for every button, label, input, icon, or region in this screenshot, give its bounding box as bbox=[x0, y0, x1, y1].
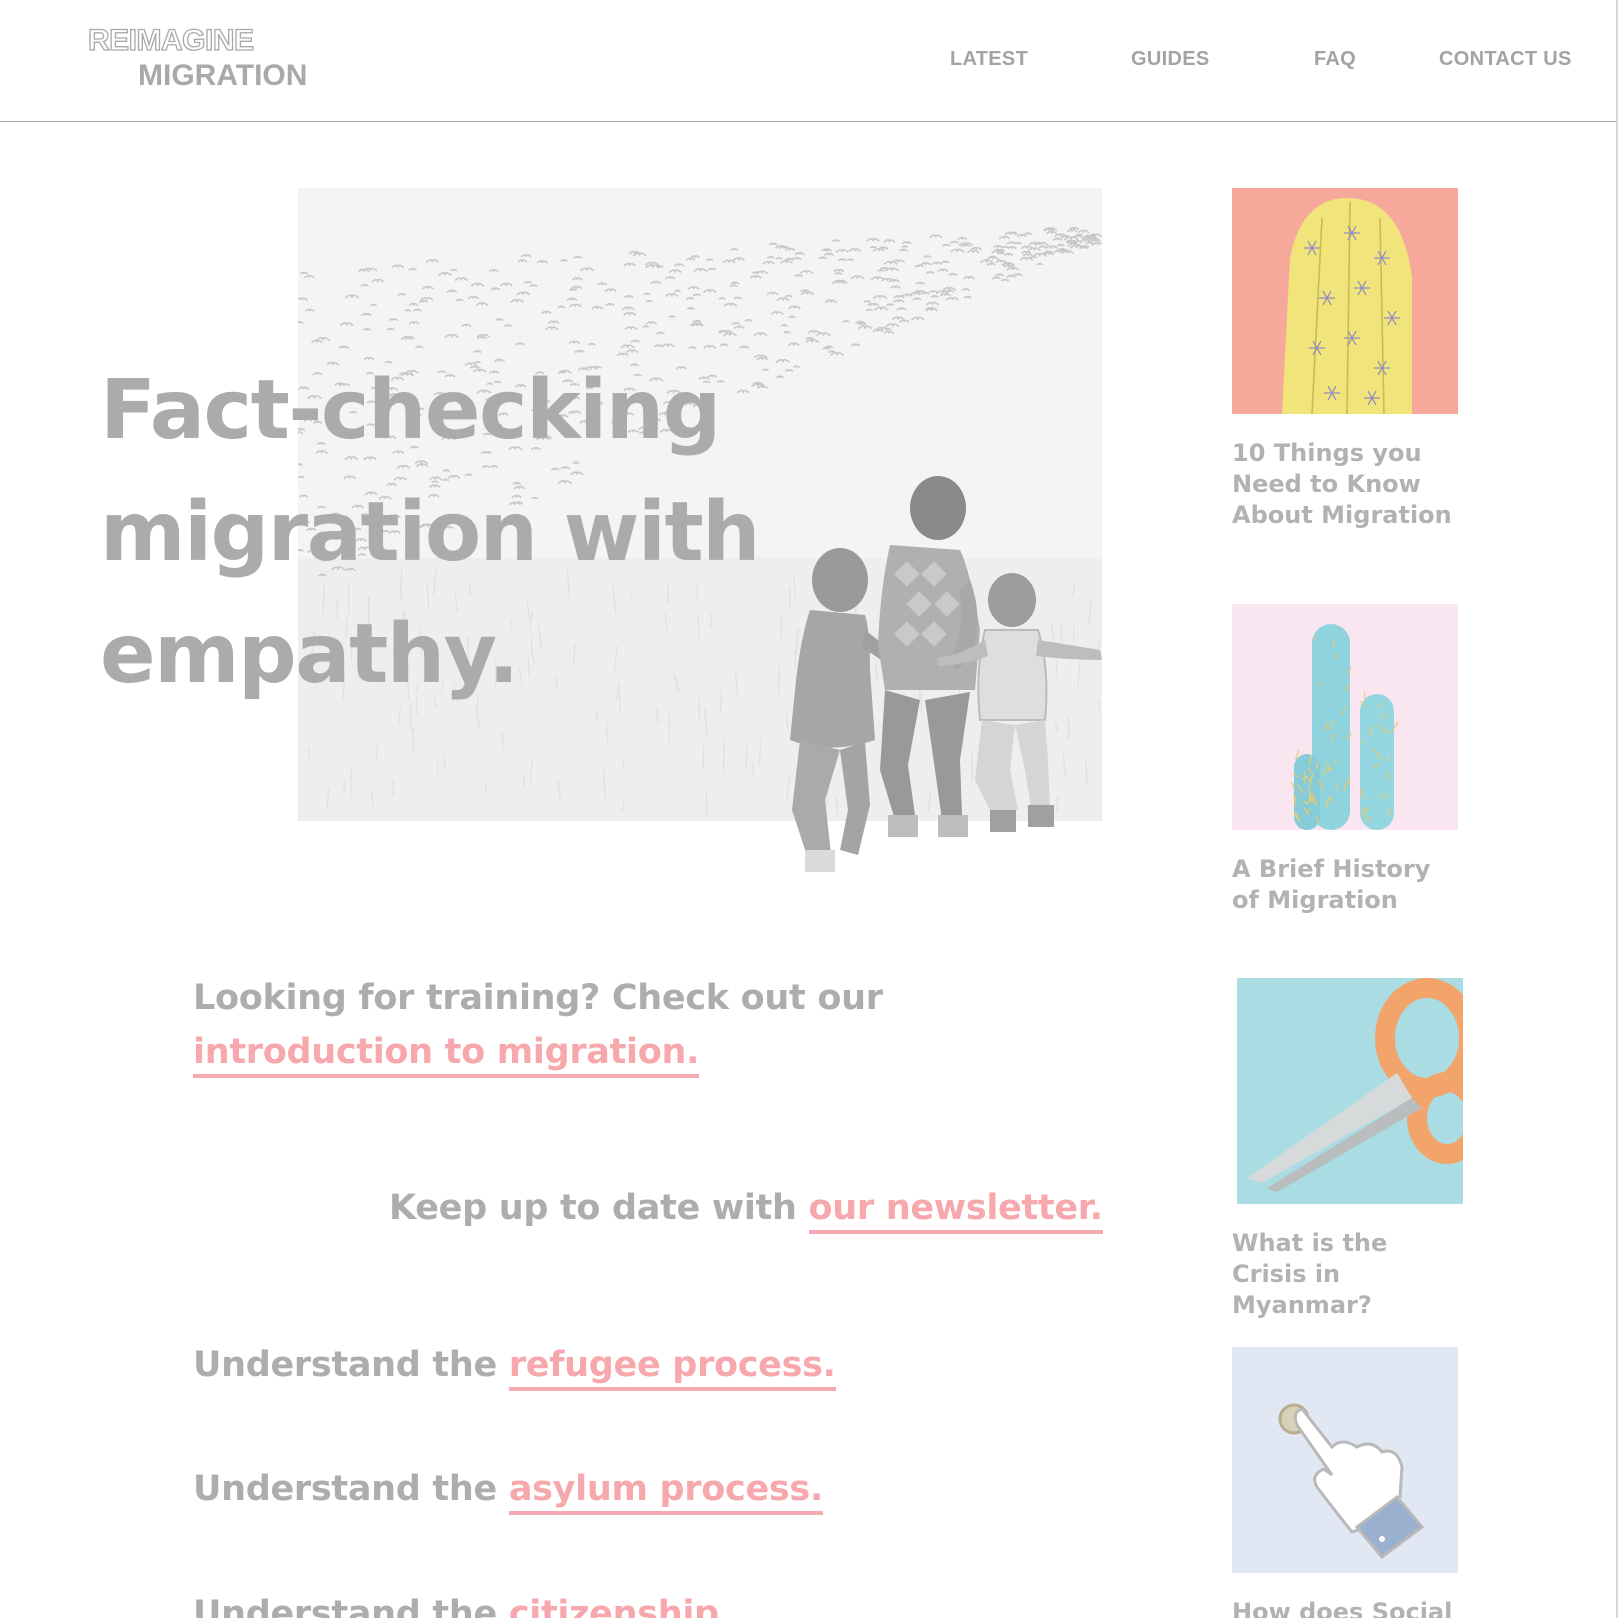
site-header: REIMAGINE MIGRATION LATEST GUIDES FAQ CO… bbox=[0, 0, 1618, 122]
cta-refugee-text: Understand the bbox=[193, 1345, 509, 1385]
nav-faq[interactable]: FAQ bbox=[1314, 48, 1356, 71]
cta-training: Looking for training? Check out our intr… bbox=[193, 978, 883, 1078]
nav-latest[interactable]: LATEST bbox=[950, 48, 1028, 71]
link-citizenship[interactable]: citizenship bbox=[508, 1594, 719, 1618]
cta-asylum-text: Understand the bbox=[193, 1469, 509, 1509]
nav-guides[interactable]: GUIDES bbox=[1131, 48, 1209, 71]
card-title: A Brief History of Migration bbox=[1232, 855, 1431, 914]
link-refugee-process[interactable]: refugee process. bbox=[508, 1345, 836, 1391]
sidebar-card-10-things[interactable]: 10 Things you Need to Know About Migrati… bbox=[1232, 188, 1464, 531]
hero-title: Fact-checking migration with empathy. bbox=[100, 363, 761, 702]
card-title: How does Social bbox=[1232, 1598, 1453, 1618]
cta-newsletter-text: Keep up to date with bbox=[389, 1188, 809, 1228]
card-image-scissors bbox=[1237, 978, 1463, 1204]
cta-citizenship: Understand the citizenship bbox=[193, 1594, 719, 1618]
cta-refugee: Understand the refugee process. bbox=[193, 1345, 836, 1391]
logo-word-reimagine: REIMAGINE bbox=[87, 23, 254, 57]
cta-citizenship-text: Understand the bbox=[193, 1594, 509, 1618]
cta-asylum: Understand the asylum process. bbox=[193, 1469, 823, 1515]
link-introduction-to-migration[interactable]: introduction to migration. bbox=[193, 1032, 699, 1078]
card-image-yellow-cactus bbox=[1232, 188, 1458, 414]
card-title: What is the Crisis in Myanmar? bbox=[1232, 1229, 1388, 1319]
hero-children-image bbox=[770, 470, 1150, 885]
sidebar-card-myanmar[interactable]: What is the Crisis in Myanmar? bbox=[1232, 978, 1464, 1321]
card-title: 10 Things you Need to Know About Migrati… bbox=[1232, 439, 1452, 529]
page: REIMAGINE MIGRATION LATEST GUIDES FAQ CO… bbox=[0, 0, 1618, 1618]
card-image-doorbell-hand bbox=[1232, 1347, 1458, 1573]
nav-contact-us[interactable]: CONTACT US bbox=[1439, 48, 1572, 71]
page-edge-rule bbox=[1616, 0, 1618, 1618]
link-asylum-process[interactable]: asylum process. bbox=[508, 1469, 823, 1515]
sidebar-card-brief-history[interactable]: A Brief History of Migration bbox=[1232, 604, 1464, 916]
link-our-newsletter[interactable]: our newsletter. bbox=[808, 1188, 1103, 1234]
cta-training-text: Looking for training? Check out our bbox=[193, 978, 883, 1018]
sidebar-card-social[interactable]: How does Social bbox=[1232, 1347, 1464, 1618]
logo-word-migration: MIGRATION bbox=[138, 59, 308, 92]
card-image-blue-cacti bbox=[1232, 604, 1458, 830]
cta-newsletter: Keep up to date with our newsletter. bbox=[389, 1188, 1103, 1234]
